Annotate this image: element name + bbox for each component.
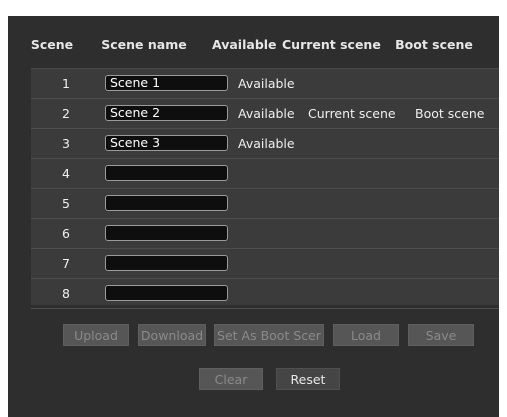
download-button[interactable]: Download (138, 324, 206, 346)
scene-number: 8 (62, 286, 70, 301)
available-cell: Available (238, 76, 295, 91)
scene-name-input[interactable] (105, 255, 228, 271)
scene-number: 6 (62, 226, 70, 241)
header-available: Available (212, 36, 277, 52)
scene-name-input[interactable]: Scene 1 (105, 75, 228, 91)
table-row[interactable]: 1 Scene 1 Available (31, 69, 499, 99)
scene-number: 3 (62, 136, 70, 151)
table-row[interactable]: 6 (31, 219, 499, 249)
save-button[interactable]: Save (408, 324, 474, 346)
scene-name-input[interactable] (105, 195, 228, 211)
scene-name-input[interactable]: Scene 2 (105, 105, 228, 121)
scene-number: 1 (62, 76, 70, 91)
table-row[interactable]: 2 Scene 2 Available Current scene Boot s… (31, 99, 499, 129)
header-current-scene: Current scene (282, 36, 381, 52)
scene-name-input[interactable]: Scene 3 (105, 135, 228, 151)
scene-number: 5 (62, 196, 70, 211)
available-cell: Available (238, 136, 295, 151)
boot-scene-cell: Boot scene (415, 106, 485, 121)
scene-name-input[interactable] (105, 225, 228, 241)
header-scene: Scene (30, 36, 74, 52)
available-cell: Available (238, 106, 295, 121)
table-row[interactable]: 7 (31, 249, 499, 279)
scene-number: 2 (62, 106, 70, 121)
table-row[interactable]: 8 (31, 279, 499, 309)
load-button[interactable]: Load (333, 324, 399, 346)
scene-number: 4 (62, 166, 70, 181)
header-scene-name: Scene name (101, 36, 187, 52)
table-row[interactable]: 5 (31, 189, 499, 219)
header-boot-scene: Boot scene (395, 36, 473, 52)
table-row[interactable]: 4 (31, 159, 499, 189)
scene-table: 1 Scene 1 Available 2 Scene 2 Available … (31, 68, 499, 309)
upload-button[interactable]: Upload (63, 324, 129, 346)
scene-name-input[interactable] (105, 165, 228, 181)
table-row[interactable]: 3 Scene 3 Available (31, 129, 499, 159)
scene-name-input[interactable] (105, 285, 228, 301)
table-header: Scene Scene name Available Current scene… (25, 22, 501, 66)
reset-button[interactable]: Reset (276, 368, 340, 390)
scene-number: 7 (62, 256, 70, 271)
set-as-boot-scene-button[interactable]: Set As Boot Scer (214, 324, 324, 346)
current-scene-cell: Current scene (308, 106, 396, 121)
clear-button[interactable]: Clear (199, 368, 263, 390)
